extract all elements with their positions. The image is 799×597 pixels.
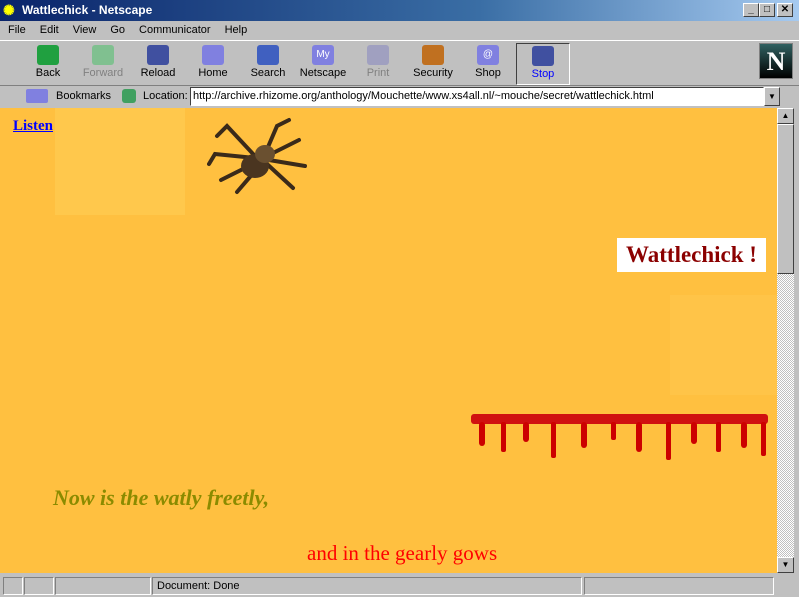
forward-icon — [92, 45, 114, 65]
poem-line-1: Now is the watly freetly, — [53, 485, 270, 510]
title-bar: ✺ Wattlechick - Netscape — [0, 0, 799, 21]
maximize-button[interactable]: □ — [759, 3, 775, 17]
faint-panel-right — [670, 295, 777, 395]
scroll-up-button[interactable]: ▲ — [777, 108, 794, 124]
home-icon — [202, 45, 224, 65]
status-bar: Document: Done — [0, 575, 799, 597]
print-icon — [367, 45, 389, 65]
bookmarks-icon — [26, 89, 48, 103]
toolbar-forward-button[interactable]: Forward — [76, 43, 130, 85]
menu-go[interactable]: Go — [102, 22, 131, 40]
url-dropdown-button[interactable]: ▼ — [764, 87, 780, 106]
toolbar-search-button[interactable]: Search — [241, 43, 295, 85]
wattlechick-title: Wattlechick ! — [617, 238, 766, 272]
security-icon — [422, 45, 444, 65]
toolbar-label: Security — [413, 67, 453, 79]
toolbar-label: Print — [366, 67, 390, 79]
scroll-thumb[interactable] — [777, 124, 794, 274]
toolbar-shop-button[interactable]: @ Shop — [461, 43, 515, 85]
toolbar-reload-button[interactable]: Reload — [131, 43, 185, 85]
page-proxy-icon[interactable] — [122, 89, 136, 103]
toolbar-netscape-button[interactable]: My Netscape — [296, 43, 350, 85]
bookmarks-button[interactable]: Bookmarks — [56, 90, 111, 102]
connection-icon — [24, 577, 54, 595]
status-text: Document: Done — [152, 577, 582, 595]
netscape-icon: My — [312, 45, 334, 65]
toolbar-home-button[interactable]: Home — [186, 43, 240, 85]
faint-panel — [55, 108, 185, 215]
toolbar-stop-button[interactable]: Stop — [516, 43, 570, 85]
menu-bar: File Edit View Go Communicator Help — [0, 22, 799, 40]
toolbar-label: Reload — [140, 67, 176, 79]
stop-icon — [532, 46, 554, 66]
progress-cell — [55, 577, 151, 595]
shop-icon: @ — [477, 45, 499, 65]
spider-image — [207, 118, 307, 194]
search-icon — [257, 45, 279, 65]
menu-edit[interactable]: Edit — [32, 22, 65, 40]
toolbar-label: Home — [198, 67, 228, 79]
poem-line-2: and in the gearly gows — [307, 541, 498, 565]
toolbar-security-button[interactable]: Security — [406, 43, 460, 85]
netscape-icon: ✺ — [3, 2, 15, 18]
toolbar-label: Forward — [82, 67, 124, 79]
toolbar-label: Back — [35, 67, 61, 79]
toolbar-label: Netscape — [299, 67, 347, 79]
close-button[interactable]: ✕ — [777, 3, 793, 17]
location-label: Location: — [143, 90, 188, 102]
minimize-button[interactable]: _ — [743, 3, 759, 17]
url-input[interactable]: http://archive.rhizome.org/anthology/Mou… — [190, 87, 764, 106]
listen-link[interactable]: Listen — [13, 118, 53, 135]
security-lock-icon[interactable] — [3, 577, 23, 595]
menu-file[interactable]: File — [0, 22, 32, 40]
component-bar — [584, 577, 774, 595]
page-content: Listen Wattlechick ! Now is the watly fr… — [0, 108, 777, 573]
toolbar-label: Shop — [475, 67, 501, 79]
menu-view[interactable]: View — [65, 22, 103, 40]
vertical-scrollbar[interactable]: ▲ ▼ — [777, 108, 794, 573]
toolbar-label: Search — [250, 67, 286, 79]
back-icon — [37, 45, 59, 65]
menu-communicator[interactable]: Communicator — [131, 22, 217, 40]
toolbar-print-button[interactable]: Print — [351, 43, 405, 85]
reload-icon — [147, 45, 169, 65]
blood-drip-image — [471, 414, 768, 460]
navigation-toolbar: Back Forward Reload Home Search My Netscape Pri… — [0, 40, 799, 86]
window-title: Wattlechick - Netscape — [22, 3, 153, 17]
netscape-logo[interactable]: N — [759, 43, 793, 79]
menu-help[interactable]: Help — [217, 22, 254, 40]
toolbar-label: Stop — [531, 68, 555, 80]
scroll-down-button[interactable]: ▼ — [777, 557, 794, 573]
toolbar-back-button[interactable]: Back — [21, 43, 75, 85]
